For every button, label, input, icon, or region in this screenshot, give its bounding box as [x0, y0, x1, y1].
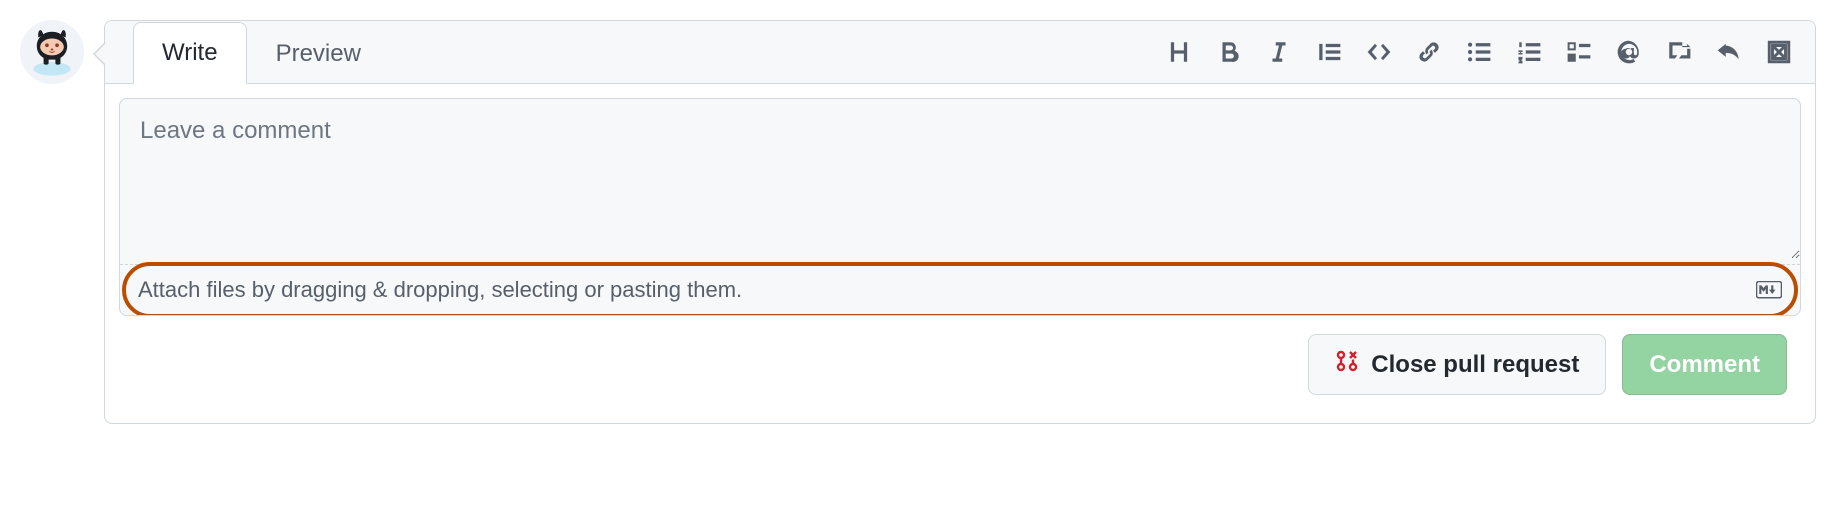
attach-files-bar[interactable]: Attach files by dragging & dropping, sel… — [120, 264, 1800, 315]
markdown-icon[interactable] — [1756, 281, 1782, 299]
formatting-toolbar — [1161, 28, 1797, 76]
code-icon[interactable] — [1365, 38, 1393, 66]
composer-header: Write Preview — [105, 21, 1815, 84]
link-icon[interactable] — [1415, 38, 1443, 66]
tab-preview[interactable]: Preview — [247, 23, 390, 84]
comment-button-label: Comment — [1649, 351, 1760, 379]
cross-reference-icon[interactable] — [1665, 38, 1693, 66]
git-pull-request-closed-icon — [1335, 349, 1359, 380]
comment-textarea[interactable] — [120, 99, 1800, 259]
mention-icon[interactable] — [1615, 38, 1643, 66]
fullscreen-icon[interactable] — [1765, 38, 1793, 66]
close-pull-request-label: Close pull request — [1371, 351, 1579, 379]
textarea-container: Attach files by dragging & dropping, sel… — [119, 98, 1801, 316]
close-pull-request-button[interactable]: Close pull request — [1308, 334, 1606, 395]
italic-icon[interactable] — [1265, 38, 1293, 66]
octocat-icon — [25, 25, 79, 79]
composer-body: Attach files by dragging & dropping, sel… — [105, 84, 1815, 423]
heading-icon[interactable] — [1165, 38, 1193, 66]
attach-files-text: Attach files by dragging & dropping, sel… — [138, 277, 742, 303]
reply-icon[interactable] — [1715, 38, 1743, 66]
avatar — [20, 20, 84, 84]
tab-write[interactable]: Write — [133, 22, 247, 84]
task-list-icon[interactable] — [1565, 38, 1593, 66]
composer-actions: Close pull request Comment — [119, 334, 1801, 409]
quote-icon[interactable] — [1315, 38, 1343, 66]
numbered-list-icon[interactable] — [1515, 38, 1543, 66]
bold-icon[interactable] — [1215, 38, 1243, 66]
comment-composer: Write Preview — [104, 20, 1816, 424]
comment-button[interactable]: Comment — [1622, 334, 1787, 395]
bulleted-list-icon[interactable] — [1465, 38, 1493, 66]
composer-tabs: Write Preview — [133, 21, 390, 83]
